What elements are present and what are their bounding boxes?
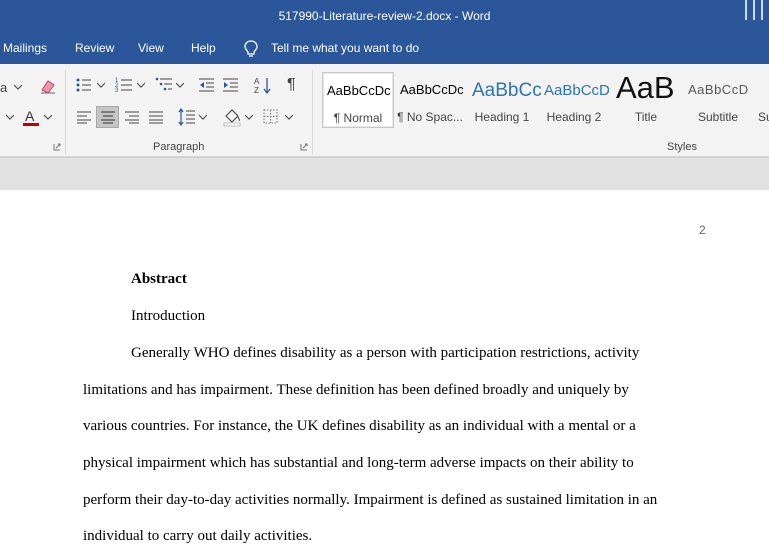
ribbon-tabs: Mailings Review View Help Tell me what y… <box>0 34 769 64</box>
paragraph-line: physical impairment which has substantia… <box>83 455 634 471</box>
page-number: 2 <box>699 223 706 237</box>
style-subtle-emphasis[interactable]: Su <box>754 72 769 126</box>
align-center-icon <box>101 111 115 124</box>
window-title: 517990-Literature-review-2.docx - Word <box>278 9 491 23</box>
style-name: Su <box>758 110 769 124</box>
chevron-down-icon[interactable] <box>285 114 293 120</box>
multilevel-list-icon[interactable] <box>155 76 173 93</box>
style-name: ¶ Normal <box>333 111 383 125</box>
tab-review[interactable]: Review <box>75 41 114 55</box>
chevron-down-icon[interactable] <box>14 84 22 90</box>
tab-view[interactable]: View <box>138 41 164 55</box>
ruler-area <box>0 157 769 190</box>
chevron-down-icon[interactable] <box>176 82 184 88</box>
tab-mailings[interactable]: Mailings <box>3 41 47 55</box>
paragraph-line: individual to carry out daily activities… <box>83 528 313 544</box>
increase-indent-icon[interactable] <box>222 77 239 93</box>
style-name: ¶ No Spac... <box>397 110 463 124</box>
bullets-icon[interactable] <box>76 77 92 93</box>
style-heading-1[interactable]: AaBbCc Heading 1 <box>468 72 542 126</box>
style-name: Subtitle <box>697 110 739 124</box>
svg-text:A: A <box>25 108 35 124</box>
paragraph-line: perform their day-to-day activities norm… <box>83 492 658 508</box>
justify-icon[interactable] <box>148 110 164 124</box>
paragraph-line: various countries. For instance, the UK … <box>83 418 636 434</box>
window-controls-icon[interactable] <box>743 0 763 20</box>
style-name: Heading 1 <box>474 110 530 124</box>
chevron-down-icon[interactable] <box>245 114 253 120</box>
font-dialog-launcher-icon[interactable] <box>53 143 61 151</box>
font-color-icon[interactable]: A <box>22 108 40 128</box>
font-size-grow-icon[interactable]: a <box>0 80 7 95</box>
align-left-icon[interactable] <box>76 110 92 124</box>
style-title[interactable]: AaB Title <box>612 70 680 126</box>
chevron-down-icon[interactable] <box>97 82 105 88</box>
style-subtitle[interactable]: AaBbCcD Subtitle <box>684 72 752 126</box>
style-preview: AaBbCcD <box>688 82 749 97</box>
tell-me-search[interactable]: Tell me what you want to do <box>271 41 419 55</box>
paragraph-line: limitations and has impairment. These de… <box>83 382 629 398</box>
borders-icon[interactable] <box>263 109 279 125</box>
ribbon-separator <box>312 70 313 154</box>
document-heading: Abstract <box>131 271 187 287</box>
tab-help[interactable]: Help <box>191 41 216 55</box>
paragraph-dialog-launcher-icon[interactable] <box>300 143 308 151</box>
svg-text:3: 3 <box>115 88 119 93</box>
sort-icon[interactable]: A Z <box>254 76 272 94</box>
style-no-spacing[interactable]: AaBbCcDc ¶ No Spac... <box>396 72 464 126</box>
styles-group-label: Styles <box>667 141 697 153</box>
decrease-indent-icon[interactable] <box>198 77 215 93</box>
style-preview: AaB <box>616 70 675 105</box>
chevron-down-icon[interactable] <box>6 114 14 120</box>
svg-text:Z: Z <box>254 86 259 94</box>
clear-formatting-icon[interactable] <box>39 78 57 94</box>
style-heading-2[interactable]: AaBbCcD Heading 2 <box>540 72 610 126</box>
align-center-button[interactable] <box>96 106 119 128</box>
numbering-icon[interactable]: 1 2 3 <box>115 76 133 93</box>
style-name: Heading 2 <box>546 110 602 124</box>
style-preview: AaBbCcD <box>544 82 610 99</box>
show-formatting-marks-icon[interactable]: ¶ <box>287 76 296 94</box>
style-name: Title <box>634 110 658 124</box>
ribbon-separator <box>65 70 66 154</box>
title-bar: 517990-Literature-review-2.docx - Word <box>0 0 769 34</box>
style-normal[interactable]: AaBbCcDc ¶ Normal <box>322 72 394 128</box>
paragraph-group-label: Paragraph <box>153 141 205 153</box>
style-preview: AaBbCc <box>472 80 542 101</box>
shading-icon[interactable] <box>222 107 242 127</box>
document-subheading: Introduction <box>131 308 206 324</box>
style-preview: AaBbCcDc <box>327 83 391 98</box>
line-spacing-icon[interactable] <box>178 108 196 126</box>
svg-text:A: A <box>254 77 260 86</box>
paragraph-line: Generally WHO defines disability as a pe… <box>131 345 640 361</box>
chevron-down-icon[interactable] <box>137 82 145 88</box>
style-preview: AaBbCcDc <box>400 82 464 97</box>
chevron-down-icon[interactable] <box>199 114 207 120</box>
lightbulb-icon[interactable] <box>244 40 258 58</box>
document-page[interactable]: 2 Abstract Introduction Generally WHO de… <box>0 190 769 548</box>
align-right-icon[interactable] <box>124 110 140 124</box>
chevron-down-icon[interactable] <box>44 114 52 120</box>
